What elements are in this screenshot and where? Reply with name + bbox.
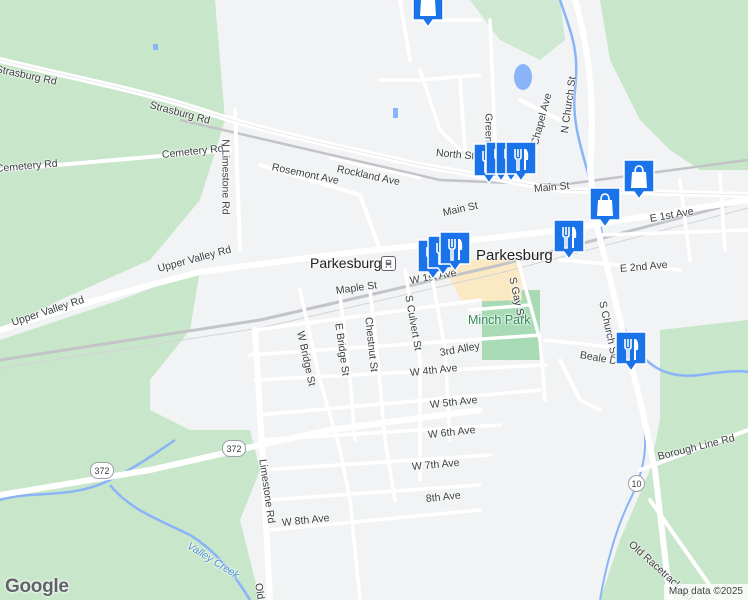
restaurant-marker-center-3[interactable]	[438, 230, 472, 272]
parkesburg-town-label: Parkesburg	[476, 247, 553, 264]
map-base-layer	[0, 0, 748, 600]
shopping-bag-icon	[589, 187, 621, 228]
google-logo: Google	[5, 576, 69, 597]
forest-north-strip	[470, 0, 565, 60]
map-canvas[interactable]: Strasburg Rd Strasburg Rd Cemetery Rd Ce…	[0, 0, 748, 600]
fork-knife-icon	[505, 141, 537, 182]
fork-knife-icon	[553, 219, 585, 260]
shopping-bag-icon	[412, 0, 444, 28]
shopping-bag-icon	[623, 159, 655, 200]
shopping-bag-marker-top[interactable]	[411, 0, 445, 28]
route-372-shield-b: 372	[90, 462, 114, 479]
train-station-icon[interactable]	[381, 256, 396, 271]
pond	[514, 64, 532, 90]
restaurant-marker-church[interactable]	[614, 330, 648, 372]
n-limestone-rd-label: N Limestone Rd	[219, 139, 232, 215]
shopping-bag-marker-main[interactable]	[588, 186, 622, 228]
minch-park-label: Minch Park	[468, 313, 531, 327]
shopping-bag-marker-east[interactable]	[622, 158, 656, 200]
restaurant-marker-east[interactable]	[552, 218, 586, 260]
route-10-shield: 10	[628, 475, 645, 492]
parkesburg-station-label[interactable]: Parkesburg	[310, 256, 382, 270]
fork-knife-icon	[439, 231, 471, 272]
map-attribution[interactable]: Map data ©2025	[663, 584, 748, 600]
forest-northeast	[600, 0, 748, 170]
fork-knife-icon	[615, 331, 647, 372]
old-label: Old	[252, 582, 267, 600]
restaurant-marker-north-4[interactable]	[504, 140, 538, 182]
route-372-shield-a: 372	[222, 440, 246, 457]
